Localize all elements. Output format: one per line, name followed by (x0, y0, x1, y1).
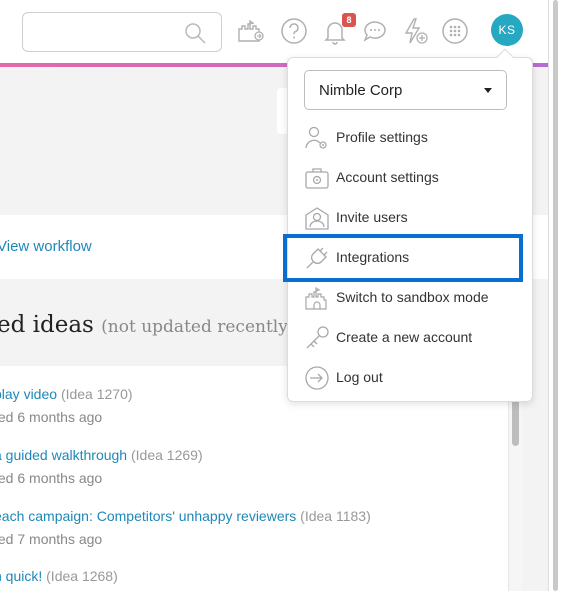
menu-item-switch-sandbox[interactable]: Switch to sandbox mode (288, 278, 532, 318)
idea-link[interactable]: each campaign: Competitors' unhappy revi… (0, 508, 296, 524)
logout-icon (305, 366, 329, 390)
caret-down-icon (484, 88, 492, 93)
menu-item-label: Integrations (336, 249, 410, 265)
list-scrollbar-thumb[interactable] (512, 396, 519, 446)
heading-main: ed ideas (0, 312, 94, 338)
user-menu: Nimble Corp Profile settings Account set… (283, 48, 533, 402)
menu-item-profile-settings[interactable]: Profile settings (288, 118, 532, 158)
menu-item-label: Account settings (336, 169, 439, 185)
search-box[interactable] (22, 12, 222, 52)
menu-item-account-settings[interactable]: Account settings (288, 158, 532, 198)
idea-id: (Idea 1270) (60, 386, 133, 402)
menu-item-label: Profile settings (336, 129, 428, 145)
idea-meta: ted 7 months ago (0, 531, 103, 547)
menu-item-label: Create a new account (336, 329, 473, 345)
list-item: play video (Idea 1270) ted 6 months ago (0, 386, 133, 425)
list-item: h quick! (Idea 1268) (0, 568, 118, 584)
idea-id: (Idea 1269) (131, 447, 203, 463)
section-heading: ed ideas (not updated recently) (0, 312, 294, 338)
menu-item-invite-users[interactable]: Invite users (288, 198, 532, 238)
idea-link[interactable]: h quick! (0, 568, 42, 584)
idea-link[interactable]: play video (0, 386, 57, 402)
menu-item-create-account[interactable]: Create a new account (288, 318, 532, 358)
help-icon[interactable] (279, 16, 309, 46)
search-input[interactable] (33, 13, 183, 51)
plug-icon (306, 247, 328, 269)
chat-icon[interactable] (360, 16, 390, 46)
list-item: each campaign: Competitors' unhappy revi… (0, 508, 371, 547)
idea-meta: ted 6 months ago (0, 409, 103, 425)
user-gear-icon (305, 126, 327, 149)
menu-item-label: Invite users (336, 209, 408, 225)
account-select[interactable]: Nimble Corp (304, 70, 507, 110)
idea-id: (Idea 1183) (300, 508, 371, 524)
list-item: a guided walkthrough (Idea 1269) ted 6 m… (0, 447, 203, 486)
key-icon (306, 326, 329, 349)
window-scrollbar-thumb[interactable] (553, 0, 558, 591)
sandcastle-icon (305, 286, 327, 310)
avatar[interactable]: KS (491, 14, 523, 46)
sandcastle-icon[interactable] (236, 16, 266, 46)
search-icon[interactable] (183, 21, 207, 45)
idea-link[interactable]: a guided walkthrough (0, 447, 127, 463)
idea-id: (Idea 1268) (46, 568, 118, 584)
menu-item-label: Log out (336, 369, 383, 385)
envelope-user-icon (305, 207, 329, 230)
menu-item-log-out[interactable]: Log out (288, 358, 532, 398)
account-select-value: Nimble Corp (319, 82, 403, 99)
idea-meta: ted 6 months ago (0, 470, 103, 486)
heading-subtitle: (not updated recently) (101, 317, 295, 337)
menu-item-integrations[interactable]: Integrations (283, 234, 523, 282)
briefcase-gear-icon (305, 168, 329, 189)
view-workflow-link[interactable]: View workflow (0, 238, 92, 255)
menu-item-label: Switch to sandbox mode (336, 289, 489, 305)
notification-badge: 8 (342, 13, 356, 27)
bolt-add-icon[interactable] (400, 16, 430, 46)
apps-grid-icon[interactable] (440, 16, 470, 46)
top-bar: 8 KS (0, 0, 548, 63)
